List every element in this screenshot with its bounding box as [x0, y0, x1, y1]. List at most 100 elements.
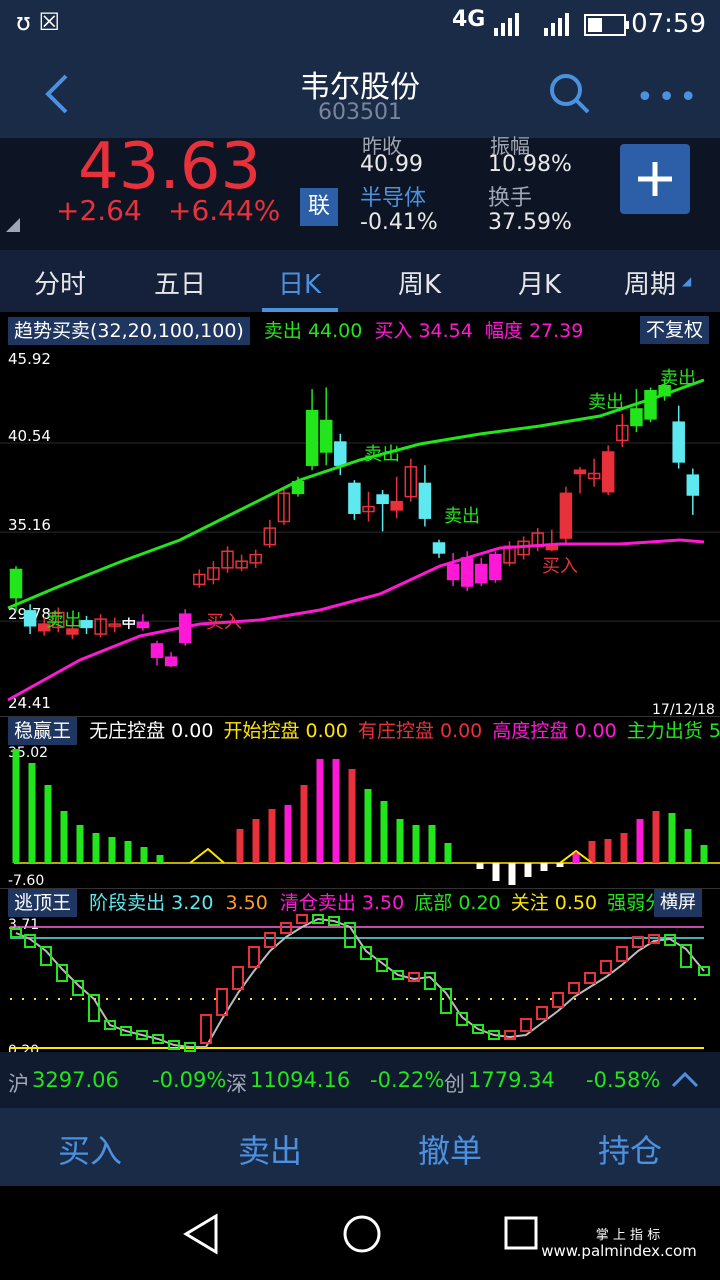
histogram-bar [28, 763, 36, 863]
histogram-bar [700, 845, 708, 863]
candle-body [334, 441, 347, 466]
candle-body [559, 492, 573, 539]
histogram-bar [332, 759, 340, 863]
signal-label: 卖出 [444, 506, 480, 527]
histogram-bar [444, 843, 452, 863]
histogram-bar [508, 863, 516, 885]
signal-label: 卖出 [660, 368, 696, 389]
index-bar[interactable]: 沪 3297.06 -0.09% 深 11094.16 -0.22% 创 177… [0, 1052, 720, 1108]
wenying-chart: 35.02-7.60 [8, 745, 720, 889]
cancel-order-button[interactable]: 撤单 [360, 1126, 540, 1172]
corner-triangle-icon [6, 218, 20, 232]
y-axis-bottom: -7.60 [8, 873, 44, 889]
candle-body [418, 482, 432, 519]
clock: 07:59 [631, 9, 706, 39]
candle-body [348, 482, 361, 514]
system-nav-bar: 掌 上 指 标 www.palmindex.com [0, 1186, 720, 1280]
histogram-bar [380, 801, 388, 863]
battery-icon [584, 14, 629, 36]
more-icon[interactable]: ••• [636, 80, 701, 115]
histogram-bar [300, 785, 308, 863]
candle-body [460, 557, 474, 587]
tab-period[interactable]: 周期 [624, 264, 676, 301]
histogram-bar [236, 829, 244, 863]
nav-back-icon[interactable] [180, 1212, 224, 1256]
candle-body [305, 409, 319, 466]
add-watchlist-button[interactable] [620, 144, 690, 214]
taoding-panel[interactable]: 逃顶王 阶段卖出 3.20 3.50 清仓卖出 3.50 底部 0.20 关注 … [0, 888, 720, 1053]
histogram-bar [412, 825, 420, 863]
candle-body [573, 469, 587, 475]
candle-body [446, 563, 460, 581]
histogram-bar [524, 863, 532, 877]
oscillator-box [568, 982, 580, 994]
sz-label: 深 [226, 1072, 247, 1096]
histogram-bar [284, 805, 292, 863]
histogram-bar [428, 825, 436, 863]
network-indicator: 4G [452, 7, 486, 32]
taoding-chart: 3.710.20 [8, 914, 710, 1053]
price-change-pct: +6.44% [168, 194, 281, 227]
oscillator-box [296, 914, 308, 924]
histogram-bar [396, 819, 404, 863]
chevron-up-icon[interactable] [670, 1068, 700, 1090]
candle-body [164, 656, 178, 667]
histogram-bar [12, 749, 20, 863]
histogram-bar [44, 785, 52, 863]
histogram-bar [316, 759, 324, 863]
sell-button[interactable]: 卖出 [180, 1126, 360, 1172]
sh-pct: -0.09% [152, 1068, 227, 1092]
oscillator-box [600, 960, 612, 974]
kline-panel[interactable]: 趋势买卖(32,20,100,100) 卖出 44.00 买入 34.54 幅度… [0, 312, 720, 716]
search-icon[interactable] [546, 70, 592, 116]
candle-body [672, 421, 685, 463]
positions-button[interactable]: 持仓 [540, 1126, 720, 1172]
candle-body [150, 643, 164, 658]
oscillator-box [216, 988, 228, 1016]
tab-monthly-k[interactable]: 月K [518, 264, 561, 301]
candle-body [390, 500, 403, 511]
turnover-label: 换手 [488, 186, 533, 211]
oscillator-box [264, 932, 276, 948]
tab-intraday[interactable]: 分时 [34, 264, 86, 301]
histogram-bar [268, 809, 276, 863]
histogram-bar [572, 853, 580, 863]
y-axis-label: 35.16 [8, 516, 51, 534]
candle-body [601, 451, 615, 493]
tab-weekly-k[interactable]: 周K [398, 264, 441, 301]
stock-code: 603501 [318, 100, 402, 125]
cy-pct: -0.58% [586, 1068, 661, 1092]
histogram-bar [140, 847, 148, 863]
wenying-panel[interactable]: 稳赢王 无庄控盘 0.00 开始控盘 0.00 有庄控盘 0.00 高度控盘 0… [0, 716, 720, 889]
histogram-bar [92, 833, 100, 863]
sz-pct: -0.22% [370, 1068, 445, 1092]
histogram-bar [540, 863, 548, 871]
histogram-bar [348, 769, 356, 863]
candle-body [319, 419, 333, 453]
candle-body [432, 542, 446, 554]
tab-five-day[interactable]: 五日 [154, 264, 206, 301]
sector-label[interactable]: 半导体 [360, 180, 426, 212]
signal-label: 卖出 [46, 610, 82, 631]
link-tag[interactable]: 联 [300, 188, 338, 226]
cy-label: 创 [444, 1072, 465, 1096]
title-bar: 韦尔股份 603501 ••• [0, 50, 720, 138]
histogram-bar [476, 863, 484, 869]
candle-body [23, 610, 37, 627]
period-dropdown-icon: ◢ [682, 274, 692, 288]
oscillator-box [248, 946, 260, 968]
histogram-bar [156, 855, 164, 863]
histogram-bar [364, 789, 372, 863]
candle-body [80, 620, 93, 629]
sh-value: 3297.06 [32, 1068, 119, 1092]
histogram-bar [108, 837, 116, 863]
sh-label: 沪 [8, 1072, 29, 1096]
quote-header: 43.63 +2.64 +6.44% 联 昨收 40.99 半导体 -0.41%… [0, 130, 720, 250]
buy-button[interactable]: 买入 [0, 1126, 180, 1172]
tab-daily-k[interactable]: 日K [278, 264, 321, 301]
oscillator-box [280, 922, 292, 934]
signal-icon [494, 13, 569, 36]
last-price: 43.63 [78, 130, 262, 204]
nav-home-icon[interactable] [340, 1212, 384, 1256]
candle-body [686, 474, 700, 496]
